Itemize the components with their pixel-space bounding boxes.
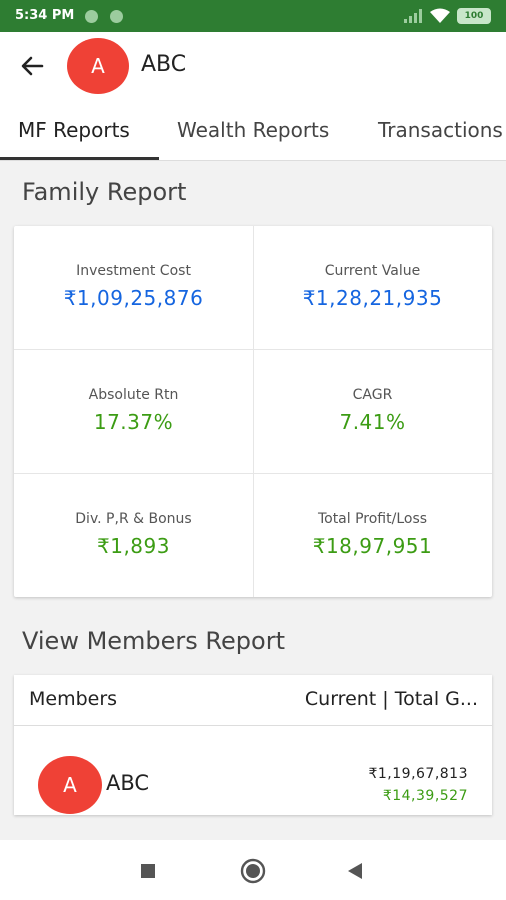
avatar[interactable]: A (67, 38, 129, 94)
wifi-icon (430, 8, 450, 23)
back-arrow-icon[interactable] (18, 52, 46, 80)
metric-label: Div. P,R & Bonus (75, 511, 192, 527)
recents-icon[interactable] (139, 862, 157, 880)
notification-dot-icon (85, 10, 98, 23)
metric-label: Investment Cost (76, 263, 191, 279)
metric-value: ₹1,09,25,876 (63, 286, 204, 310)
current-total-gain-column-header: Current | Total G... (304, 688, 478, 710)
members-report-heading: View Members Report (22, 627, 285, 655)
status-time: 5:34 PM (15, 8, 75, 23)
page-title: ABC (141, 52, 187, 77)
metric-value: 17.37% (93, 410, 174, 434)
metric-label: Total Profit/Loss (317, 511, 428, 527)
metric-label: Absolute Rtn (88, 387, 179, 403)
tab-mf-reports[interactable]: MF Reports (18, 118, 130, 142)
investment-cost-cell: Investment Cost ₹1,09,25,876 (14, 226, 253, 349)
battery-icon: 100 (457, 8, 491, 24)
dividend-bonus-cell: Div. P,R & Bonus ₹1,893 (14, 474, 253, 597)
total-profit-loss-cell: Total Profit/Loss ₹18,97,951 (253, 474, 492, 597)
signal-icon (404, 9, 422, 23)
metric-label: Current Value (324, 263, 421, 279)
metric-value: ₹1,28,21,935 (302, 286, 443, 310)
member-current-value: ₹1,19,67,813 (368, 766, 468, 782)
active-tab-indicator (0, 157, 159, 160)
metric-value: ₹1,893 (97, 534, 170, 558)
member-total-gain: ₹14,39,527 (382, 788, 468, 804)
family-report-heading: Family Report (22, 178, 187, 206)
cagr-cell: CAGR 7.41% (253, 350, 492, 473)
app-header: A ABC (0, 32, 506, 102)
members-table: Members Current | Total G... A ABC ₹1,19… (14, 675, 492, 815)
member-name: ABC (106, 771, 150, 795)
family-report-card: Investment Cost ₹1,09,25,876 Current Val… (14, 226, 492, 597)
current-value-cell: Current Value ₹1,28,21,935 (253, 226, 492, 349)
avatar: A (38, 756, 102, 814)
tab-wealth-reports[interactable]: Wealth Reports (177, 118, 329, 142)
metric-value: 7.41% (339, 410, 406, 434)
status-bar: 5:34 PM 100 (0, 0, 506, 32)
tab-transactions[interactable]: Transactions (378, 118, 503, 142)
back-nav-icon[interactable] (346, 862, 364, 880)
notification-dot-icon (110, 10, 123, 23)
table-row[interactable]: A ABC ₹1,19,67,813 ₹14,39,527 (14, 726, 492, 815)
absolute-return-cell: Absolute Rtn 17.37% (14, 350, 253, 473)
metric-label: CAGR (352, 387, 393, 403)
system-nav-bar (0, 840, 506, 900)
metric-value: ₹18,97,951 (312, 534, 433, 558)
home-icon[interactable] (240, 858, 266, 884)
tab-bar: MF Reports Wealth Reports Transactions (0, 102, 506, 161)
members-column-header: Members (29, 688, 118, 710)
table-header: Members Current | Total G... (14, 675, 492, 726)
